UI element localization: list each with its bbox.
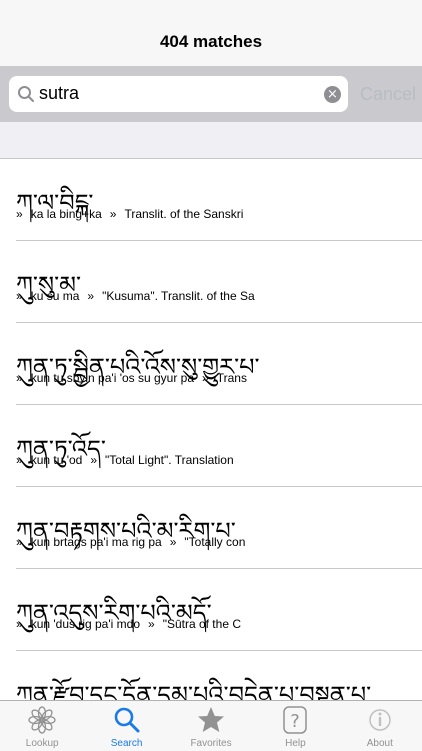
lotus-icon bbox=[28, 706, 56, 734]
magnifier-icon bbox=[114, 707, 140, 733]
results-list[interactable]: ཀ་ལ་བིངྐ་ » ka la bing+ka» Translit. of th… bbox=[0, 159, 422, 733]
tab-label: Lookup bbox=[25, 738, 59, 749]
section-spacer bbox=[0, 122, 422, 159]
search-input[interactable]: sutra × bbox=[9, 76, 348, 112]
clear-icon[interactable]: × bbox=[324, 86, 341, 103]
gloss-text: "Total Light". Translation bbox=[105, 453, 234, 467]
list-item[interactable]: ཀུན་ཏུ་འོད་ » kun tu 'od» "Total Light". T… bbox=[16, 405, 422, 487]
tab-favorites[interactable]: Favorites bbox=[169, 701, 253, 751]
tab-bar: Lookup Search Favorites ? Help About bbox=[0, 700, 422, 751]
tab-help[interactable]: ? Help bbox=[253, 701, 337, 751]
page-title: 404 matches bbox=[159, 32, 263, 51]
row-marker: » bbox=[16, 371, 23, 385]
wylie-text: kun 'dus rig pa'i mdo bbox=[30, 617, 140, 631]
gloss-text: Translit. of the Sanskri bbox=[124, 207, 244, 221]
wylie-text: kun tu sbyin pa'i 'os su gyur pa bbox=[30, 371, 195, 385]
row-marker: » bbox=[16, 617, 23, 631]
row-marker: » bbox=[90, 453, 98, 467]
row-marker: » bbox=[87, 289, 95, 303]
question-icon: ? bbox=[283, 706, 308, 734]
cancel-button[interactable]: Cancel bbox=[360, 84, 416, 105]
search-icon bbox=[18, 86, 34, 102]
tab-label: Favorites bbox=[190, 738, 232, 749]
wylie-text: ka la bing+ka bbox=[30, 207, 102, 221]
gloss-text: "Sūtra of the C bbox=[162, 617, 241, 631]
wylie-text: kun tu 'od bbox=[30, 453, 83, 467]
list-item[interactable]: ཀུ་སུ་མ་ » ku su ma» "Kusuma". Translit. o… bbox=[16, 241, 422, 323]
row-marker: » bbox=[16, 453, 23, 467]
gloss-text: Trans bbox=[216, 371, 247, 385]
tab-search[interactable]: Search bbox=[84, 701, 168, 751]
row-marker: » bbox=[169, 535, 177, 549]
tab-lookup[interactable]: Lookup bbox=[0, 701, 84, 751]
search-bar: sutra × Cancel bbox=[0, 66, 422, 122]
row-marker: » bbox=[16, 207, 23, 221]
gloss-text: "Kusuma". Translit. of the Sa bbox=[102, 289, 255, 303]
row-marker: » bbox=[16, 289, 23, 303]
info-icon bbox=[369, 709, 391, 731]
search-query: sutra bbox=[39, 83, 80, 103]
row-marker: » bbox=[16, 535, 23, 549]
list-item[interactable]: ཀུན་ཏུ་སྦྱིན་པའི་འོས་སུ་གྱུར་པ་ » kun tu … bbox=[16, 323, 422, 405]
list-item[interactable]: ཀ་ལ་བིངྐ་ » ka la bing+ka» Translit. of th… bbox=[16, 159, 422, 241]
wylie-text: kun brtags pa'i ma rig pa bbox=[30, 535, 162, 549]
row-marker: » bbox=[109, 207, 117, 221]
svg-text:?: ? bbox=[291, 711, 301, 732]
list-item[interactable]: ཀུན་འདུས་རིག་པའི་མདོ་ » kun 'dus rig pa'i… bbox=[16, 569, 422, 651]
gloss-text: "Totally con bbox=[184, 535, 246, 549]
tab-about[interactable]: About bbox=[338, 701, 422, 751]
list-item[interactable]: ཀུན་བརྟགས་པའི་མ་རིག་པ་ » kun brtags pa'i … bbox=[16, 487, 422, 569]
star-icon bbox=[198, 707, 225, 732]
row-marker: » bbox=[148, 617, 155, 631]
tab-label: Help bbox=[285, 738, 306, 749]
tab-label: Search bbox=[110, 738, 143, 749]
row-marker: » bbox=[202, 371, 209, 385]
wylie-text: ku su ma bbox=[30, 289, 80, 303]
navigation-bar: 404 matches bbox=[0, 0, 422, 66]
tab-label: About bbox=[366, 738, 393, 749]
